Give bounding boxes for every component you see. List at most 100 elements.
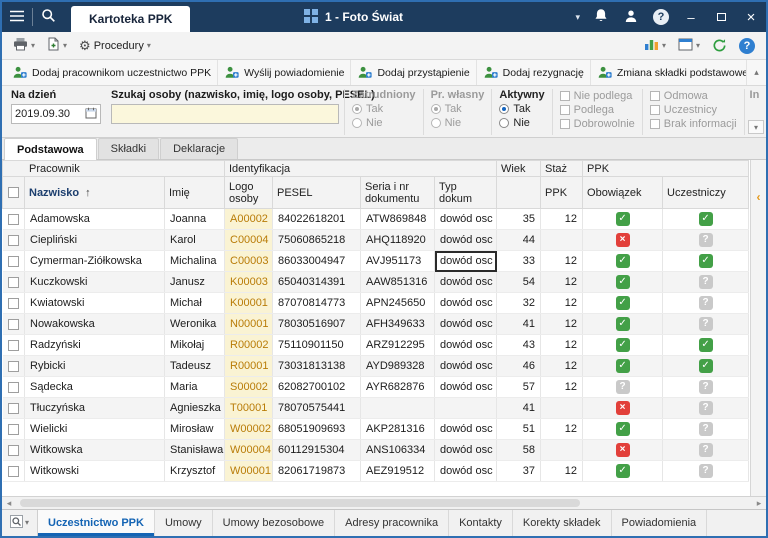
row-checkbox[interactable] [8, 340, 19, 351]
cell-pesel[interactable]: 82061719873 [273, 461, 361, 482]
action-button-dodaj-przyst-pienie[interactable]: Dodaj przystąpienie [351, 60, 476, 85]
cell-document-number[interactable]: AHQ118920 [361, 230, 435, 251]
column-header-staz-ppk[interactable]: PPK [541, 177, 583, 209]
select-all-checkbox[interactable] [8, 187, 19, 198]
titlebar-help-button[interactable]: ? [646, 2, 676, 32]
column-header-imie[interactable]: Imię [165, 177, 225, 209]
action-button-dodaj-rezygnacj[interactable]: Dodaj rezygnację [477, 60, 591, 85]
row-checkbox[interactable] [8, 382, 19, 393]
cell-obligation[interactable]: × [583, 398, 663, 419]
cell-document-type[interactable]: dowód osc [435, 419, 497, 440]
cell-surname[interactable]: Sądecka [25, 377, 165, 398]
cell-surname[interactable]: Radzyński [25, 335, 165, 356]
table-row-kuczkowski[interactable]: KuczkowskiJanuszK0000365040314391AAW8513… [3, 272, 749, 293]
cell-pesel[interactable]: 73031813138 [273, 356, 361, 377]
cell-document-number[interactable]: AVJ951173 [361, 251, 435, 272]
radio-pr-w-asny-tak[interactable]: Tak [431, 102, 485, 116]
cell-document-type[interactable]: dowód osc [435, 272, 497, 293]
cell-document-type[interactable]: dowód osc [435, 440, 497, 461]
person-search-input[interactable] [111, 104, 339, 124]
cell-age[interactable]: 46 [497, 356, 541, 377]
cell-document-number[interactable]: AYD989328 [361, 356, 435, 377]
user-account-button[interactable] [616, 2, 646, 32]
cell-document-number[interactable]: ATW869848 [361, 209, 435, 230]
cell-logo[interactable]: R00001 [225, 356, 273, 377]
locator-button[interactable]: ▾ [2, 510, 38, 536]
action-button-dodaj-pracownikom-uczestnictwo-ppk[interactable]: Dodaj pracownikom uczestnictwo PPK [6, 60, 218, 85]
cell-logo[interactable]: A00002 [225, 209, 273, 230]
cell-document-type[interactable]: dowód osc [435, 314, 497, 335]
cell-document-type[interactable]: dowód osc [435, 230, 497, 251]
cell-firstname[interactable]: Mirosław [165, 419, 225, 440]
cell-participation[interactable]: ? [663, 230, 749, 251]
cell-participation[interactable]: ? [663, 272, 749, 293]
checkbox-odmowa[interactable]: Odmowa [650, 89, 737, 103]
cell-pesel[interactable]: 62082700102 [273, 377, 361, 398]
cell-pesel[interactable]: 86033004947 [273, 251, 361, 272]
cell-ppk-seniority[interactable]: 12 [541, 293, 583, 314]
table-row-kwiatowski[interactable]: KwiatowskiMichałK0000187070814773APN2456… [3, 293, 749, 314]
cell-logo[interactable]: T00001 [225, 398, 273, 419]
help-button[interactable]: ? [734, 34, 760, 58]
cell-participation[interactable]: ? [663, 419, 749, 440]
table-row-wielicki[interactable]: WielickiMirosławW0000268051909693AKP2813… [3, 419, 749, 440]
cell-pesel[interactable]: 60112915304 [273, 440, 361, 461]
cell-firstname[interactable]: Maria [165, 377, 225, 398]
row-checkbox[interactable] [8, 361, 19, 372]
page-tab-sk-adki[interactable]: Składki [98, 138, 159, 159]
cell-logo[interactable]: S00002 [225, 377, 273, 398]
cell-ppk-seniority[interactable]: 12 [541, 377, 583, 398]
column-header-seria[interactable]: Seria i nr dokumentu [361, 177, 435, 209]
cell-surname[interactable]: Witkowska [25, 440, 165, 461]
cell-document-number[interactable]: ANS106334 [361, 440, 435, 461]
cell-firstname[interactable]: Stanisława [165, 440, 225, 461]
cell-obligation[interactable]: ? [583, 377, 663, 398]
cell-obligation[interactable]: × [583, 440, 663, 461]
action-button-zmiana-sk-adki-podstawowej[interactable]: Zmiana składki podstawowej [591, 60, 746, 85]
cell-pesel[interactable]: 65040314391 [273, 272, 361, 293]
cell-logo[interactable]: W00001 [225, 461, 273, 482]
cell-document-number[interactable]: ARZ912295 [361, 335, 435, 356]
cell-document-type[interactable] [435, 398, 497, 419]
minimize-button[interactable]: – [676, 2, 706, 32]
cell-logo[interactable]: K00003 [225, 272, 273, 293]
cell-ppk-seniority[interactable]: 12 [541, 335, 583, 356]
table-row-witkowska[interactable]: WitkowskaStanisławaW0000460112915304ANS1… [3, 440, 749, 461]
cell-age[interactable]: 35 [497, 209, 541, 230]
cell-firstname[interactable]: Agnieszka [165, 398, 225, 419]
bottom-tab-korekty-sk-adek[interactable]: Korekty składek [513, 510, 612, 536]
cell-age[interactable]: 41 [497, 314, 541, 335]
bottom-tab-umowy[interactable]: Umowy [155, 510, 213, 536]
row-checkbox[interactable] [8, 403, 19, 414]
cell-document-number[interactable]: AYR682876 [361, 377, 435, 398]
search-button[interactable] [33, 2, 63, 32]
cell-logo[interactable]: K00001 [225, 293, 273, 314]
cell-firstname[interactable]: Weronika [165, 314, 225, 335]
cell-document-number[interactable]: AKP281316 [361, 419, 435, 440]
cell-age[interactable]: 33 [497, 251, 541, 272]
cell-logo[interactable]: N00001 [225, 314, 273, 335]
cell-logo[interactable]: C00004 [225, 230, 273, 251]
cell-logo[interactable]: W00004 [225, 440, 273, 461]
cell-ppk-seniority[interactable] [541, 230, 583, 251]
cell-document-number[interactable]: APN245650 [361, 293, 435, 314]
table-row-cymerman-zi-kowska[interactable]: Cymerman-ZiółkowskaMichalinaC00003860330… [3, 251, 749, 272]
page-tab-podstawowa[interactable]: Podstawowa [4, 138, 97, 160]
cell-participation[interactable]: ? [663, 293, 749, 314]
cell-logo[interactable]: R00002 [225, 335, 273, 356]
cell-pesel[interactable]: 87070814773 [273, 293, 361, 314]
row-checkbox[interactable] [8, 445, 19, 456]
cell-obligation[interactable]: ✓ [583, 356, 663, 377]
radio-pr-w-asny-nie[interactable]: Nie [431, 116, 485, 130]
bottom-tab-uczestnictwo-ppk[interactable]: Uczestnictwo PPK [38, 510, 155, 536]
form-view-button[interactable]: ▾ [673, 34, 705, 58]
cell-firstname[interactable]: Krzysztof [165, 461, 225, 482]
cell-participation[interactable]: ? [663, 440, 749, 461]
cell-surname[interactable]: Kuczkowski [25, 272, 165, 293]
cell-logo[interactable]: W00002 [225, 419, 273, 440]
cell-pesel[interactable]: 68051909693 [273, 419, 361, 440]
row-checkbox[interactable] [8, 466, 19, 477]
cell-firstname[interactable]: Michalina [165, 251, 225, 272]
date-input[interactable]: 2019.09.30 [11, 104, 101, 124]
filter-collapse-button[interactable]: ▾ [748, 120, 764, 134]
